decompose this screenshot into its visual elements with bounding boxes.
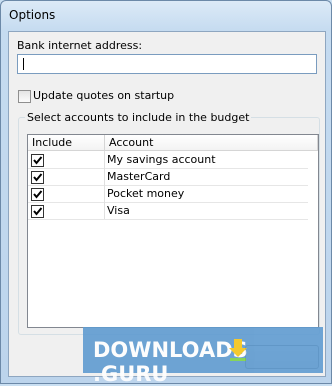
accounts-group-title: Select accounts to include in the budget [25, 111, 252, 124]
checkmark-icon [33, 156, 43, 165]
watermark-text: DOWNLOADS.GURU [93, 338, 248, 386]
column-header-include[interactable]: Include [28, 135, 105, 151]
accounts-list[interactable]: Include Account My savings account Maste… [27, 134, 319, 328]
include-checkbox[interactable] [31, 171, 44, 184]
checkmark-icon [33, 207, 43, 216]
bank-address-input[interactable] [17, 54, 317, 74]
account-row[interactable]: MasterCard [28, 168, 308, 186]
column-divider [104, 168, 105, 185]
include-checkbox[interactable] [31, 205, 44, 218]
account-row[interactable]: My savings account [28, 151, 308, 169]
dialog-client-area: Bank internet address: Update quotes on … [8, 31, 326, 377]
account-name: Visa [107, 204, 130, 217]
column-divider [104, 151, 105, 168]
column-divider [104, 202, 105, 219]
include-checkbox[interactable] [31, 154, 44, 167]
account-row[interactable]: Pocket money [28, 185, 308, 203]
column-divider [104, 185, 105, 202]
include-checkbox[interactable] [31, 188, 44, 201]
text-caret [23, 58, 24, 70]
account-name: My savings account [107, 153, 216, 166]
column-header-account[interactable]: Account [105, 135, 318, 151]
bank-address-label: Bank internet address: [17, 39, 143, 52]
account-name: MasterCard [107, 170, 171, 183]
checkmark-icon [33, 173, 43, 182]
account-row[interactable]: Visa [28, 202, 308, 220]
update-quotes-checkbox[interactable] [18, 90, 31, 103]
update-quotes-label[interactable]: Update quotes on startup [33, 89, 174, 102]
download-arrow-logo-icon [229, 339, 247, 361]
account-name: Pocket money [107, 187, 185, 200]
checkmark-icon [33, 190, 43, 199]
window-title: Options [9, 8, 56, 22]
accounts-groupbox: Select accounts to include in the budget… [18, 111, 320, 335]
downloads-guru-watermark: DOWNLOADS.GURU [83, 327, 323, 386]
